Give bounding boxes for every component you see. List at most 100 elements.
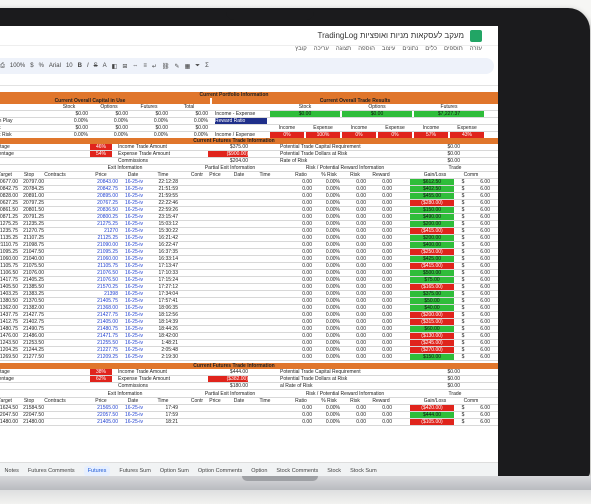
target-cell[interactable]: 21403.25 xyxy=(0,291,18,297)
contracts-cell[interactable] xyxy=(48,340,78,346)
target-cell[interactable]: 21204.25 xyxy=(0,347,18,353)
exit-date-cell[interactable]: 16-25-iv xyxy=(120,228,148,234)
exit-price-cell[interactable]: 22057.50 xyxy=(88,412,118,418)
reward-cell[interactable]: 0.00 xyxy=(368,228,392,234)
risk-pct-cell[interactable]: 0.00% xyxy=(316,270,340,276)
stop-cell[interactable]: 22047.50 xyxy=(18,412,44,418)
target-cell[interactable]: 20861.50 xyxy=(0,207,18,213)
exit-date-cell[interactable]: 16-25-iv xyxy=(120,235,148,241)
ratio-cell[interactable]: 0.00 xyxy=(288,312,312,318)
ratio-cell[interactable]: 0.00 xyxy=(288,179,312,185)
value-cell[interactable]: $0.00 xyxy=(130,125,168,131)
commission-cell[interactable]: 6.00 xyxy=(468,326,490,332)
target-cell[interactable]: 21380.50 xyxy=(0,298,18,304)
summary-label[interactable]: e Trade Percentage xyxy=(0,151,70,157)
contracts-cell[interactable] xyxy=(48,333,78,339)
reward-cell[interactable]: 0.00 xyxy=(368,419,392,425)
summary-value[interactable]: $204.00 xyxy=(208,158,248,164)
commission-cell[interactable]: 6.00 xyxy=(468,333,490,339)
column-header[interactable]: Time xyxy=(150,172,176,178)
risk-cell[interactable]: 0.00 xyxy=(342,200,366,206)
gain-loss-cell[interactable]: ($130.00) xyxy=(410,333,454,339)
exit-time-cell[interactable]: 17:13:47 xyxy=(150,263,178,269)
column-header[interactable]: Futures xyxy=(414,104,484,110)
summary-value[interactable]: $0.00 xyxy=(410,144,460,150)
currency-cell[interactable]: $ xyxy=(458,347,468,353)
ratio-cell[interactable]: 0.00 xyxy=(288,419,312,425)
exit-price-cell[interactable]: 21405.75 xyxy=(88,298,118,304)
exit-time-cell[interactable]: 23:15:47 xyxy=(150,214,178,220)
currency-cell[interactable]: $ xyxy=(458,298,468,304)
exit-price-cell[interactable]: 20895.00 xyxy=(88,193,118,199)
reward-cell[interactable]: 0.00 xyxy=(368,305,392,311)
commission-cell[interactable]: 6.00 xyxy=(468,340,490,346)
summary-label[interactable]: Commissions xyxy=(118,158,208,164)
ratio-cell[interactable]: 0.00 xyxy=(288,354,312,360)
stop-cell[interactable]: 21076.00 xyxy=(18,270,44,276)
exit-price-cell[interactable]: 21060.00 xyxy=(88,256,118,262)
column-header[interactable]: % Risk xyxy=(316,172,342,178)
risk-pct-cell[interactable]: 0.00% xyxy=(316,319,340,325)
exit-date-cell[interactable]: 16-25-iv xyxy=(120,419,148,425)
risk-pct-cell[interactable]: 0.00% xyxy=(316,228,340,234)
exit-time-cell[interactable]: 16:22:47 xyxy=(150,242,178,248)
exit-date-cell[interactable]: 16-25-iv xyxy=(120,412,148,418)
exit-time-cell[interactable]: 18:14:39 xyxy=(150,319,178,325)
summary-value[interactable]: $375.00 xyxy=(208,144,248,150)
summary-value[interactable]: 62% xyxy=(90,376,112,382)
commission-cell[interactable]: 6.00 xyxy=(468,193,490,199)
risk-pct-cell[interactable]: 0.00% xyxy=(316,214,340,220)
gain-loss-cell[interactable]: $500.00 xyxy=(410,270,454,276)
currency-cell[interactable]: $ xyxy=(458,186,468,192)
ratio-cell[interactable]: 0.00 xyxy=(288,256,312,262)
risk-pct-cell[interactable]: 0.00% xyxy=(316,179,340,185)
ratio-cell[interactable]: 0.00 xyxy=(288,193,312,199)
value-cell[interactable]: $0.00 xyxy=(90,111,128,117)
ratio-cell[interactable]: 0.00 xyxy=(288,200,312,206)
wrap-icon[interactable]: ↵ xyxy=(152,63,157,70)
commission-cell[interactable]: 6.00 xyxy=(468,291,490,297)
exit-time-cell[interactable]: 21:59:55 xyxy=(150,193,178,199)
target-cell[interactable]: 20677.00 xyxy=(0,179,18,185)
column-header[interactable]: Risk xyxy=(342,398,368,404)
exit-date-cell[interactable]: 16-25-iv xyxy=(120,284,148,290)
risk-cell[interactable]: 0.00 xyxy=(342,312,366,318)
stop-cell[interactable]: 21370.50 xyxy=(18,298,44,304)
risk-pct-cell[interactable]: 0.00% xyxy=(316,333,340,339)
reward-cell[interactable]: 0.00 xyxy=(368,354,392,360)
exit-date-cell[interactable]: 16-25-iv xyxy=(120,298,148,304)
exit-price-cell[interactable]: 21090.00 xyxy=(88,242,118,248)
currency-cell[interactable]: $ xyxy=(458,235,468,241)
ratio-cell[interactable]: 0.00 xyxy=(288,305,312,311)
summary-value[interactable]: 38% xyxy=(90,369,112,375)
text-color-icon[interactable]: A xyxy=(103,63,107,69)
row-label[interactable]: mount at Risk xyxy=(0,125,48,131)
contracts-cell[interactable] xyxy=(48,412,78,418)
reward-cell[interactable]: 0.00 xyxy=(368,242,392,248)
reward-cell[interactable]: 0.00 xyxy=(368,291,392,297)
exit-time-cell[interactable]: 2:05:48 xyxy=(150,347,178,353)
exit-price-cell[interactable]: 21275.25 xyxy=(88,221,118,227)
risk-pct-cell[interactable]: 0.00% xyxy=(316,412,340,418)
ratio-cell[interactable]: 0.00 xyxy=(288,214,312,220)
summary-label[interactable]: Expense Trade Amount xyxy=(118,151,208,157)
stop-cell[interactable]: 21480.00 xyxy=(18,419,44,425)
contracts-cell[interactable] xyxy=(48,354,78,360)
target-cell[interactable]: 21243.50 xyxy=(0,340,18,346)
risk-cell[interactable]: 0.00 xyxy=(342,277,366,283)
gain-loss-cell[interactable]: ($250.00) xyxy=(410,249,454,255)
gain-loss-cell[interactable]: ($415.00) xyxy=(410,228,454,234)
exit-time-cell[interactable]: 22:12:28 xyxy=(150,179,178,185)
contracts-cell[interactable] xyxy=(48,419,78,425)
exit-date-cell[interactable]: 16-25-iv xyxy=(120,312,148,318)
gain-loss-cell[interactable]: $375.00 xyxy=(410,291,454,297)
exit-time-cell[interactable]: 17:15:24 xyxy=(150,277,178,283)
risk-cell[interactable]: 0.00 xyxy=(342,326,366,332)
section-header[interactable]: Trade xyxy=(420,165,490,171)
risk-cell[interactable]: 0.00 xyxy=(342,242,366,248)
result-cell[interactable]: $0.00 xyxy=(270,111,340,117)
commission-cell[interactable]: 6.00 xyxy=(468,277,490,283)
target-cell[interactable]: 21269.50 xyxy=(0,354,18,360)
risk-cell[interactable]: 0.00 xyxy=(342,263,366,269)
ratio-cell[interactable]: 0.00 xyxy=(288,277,312,283)
